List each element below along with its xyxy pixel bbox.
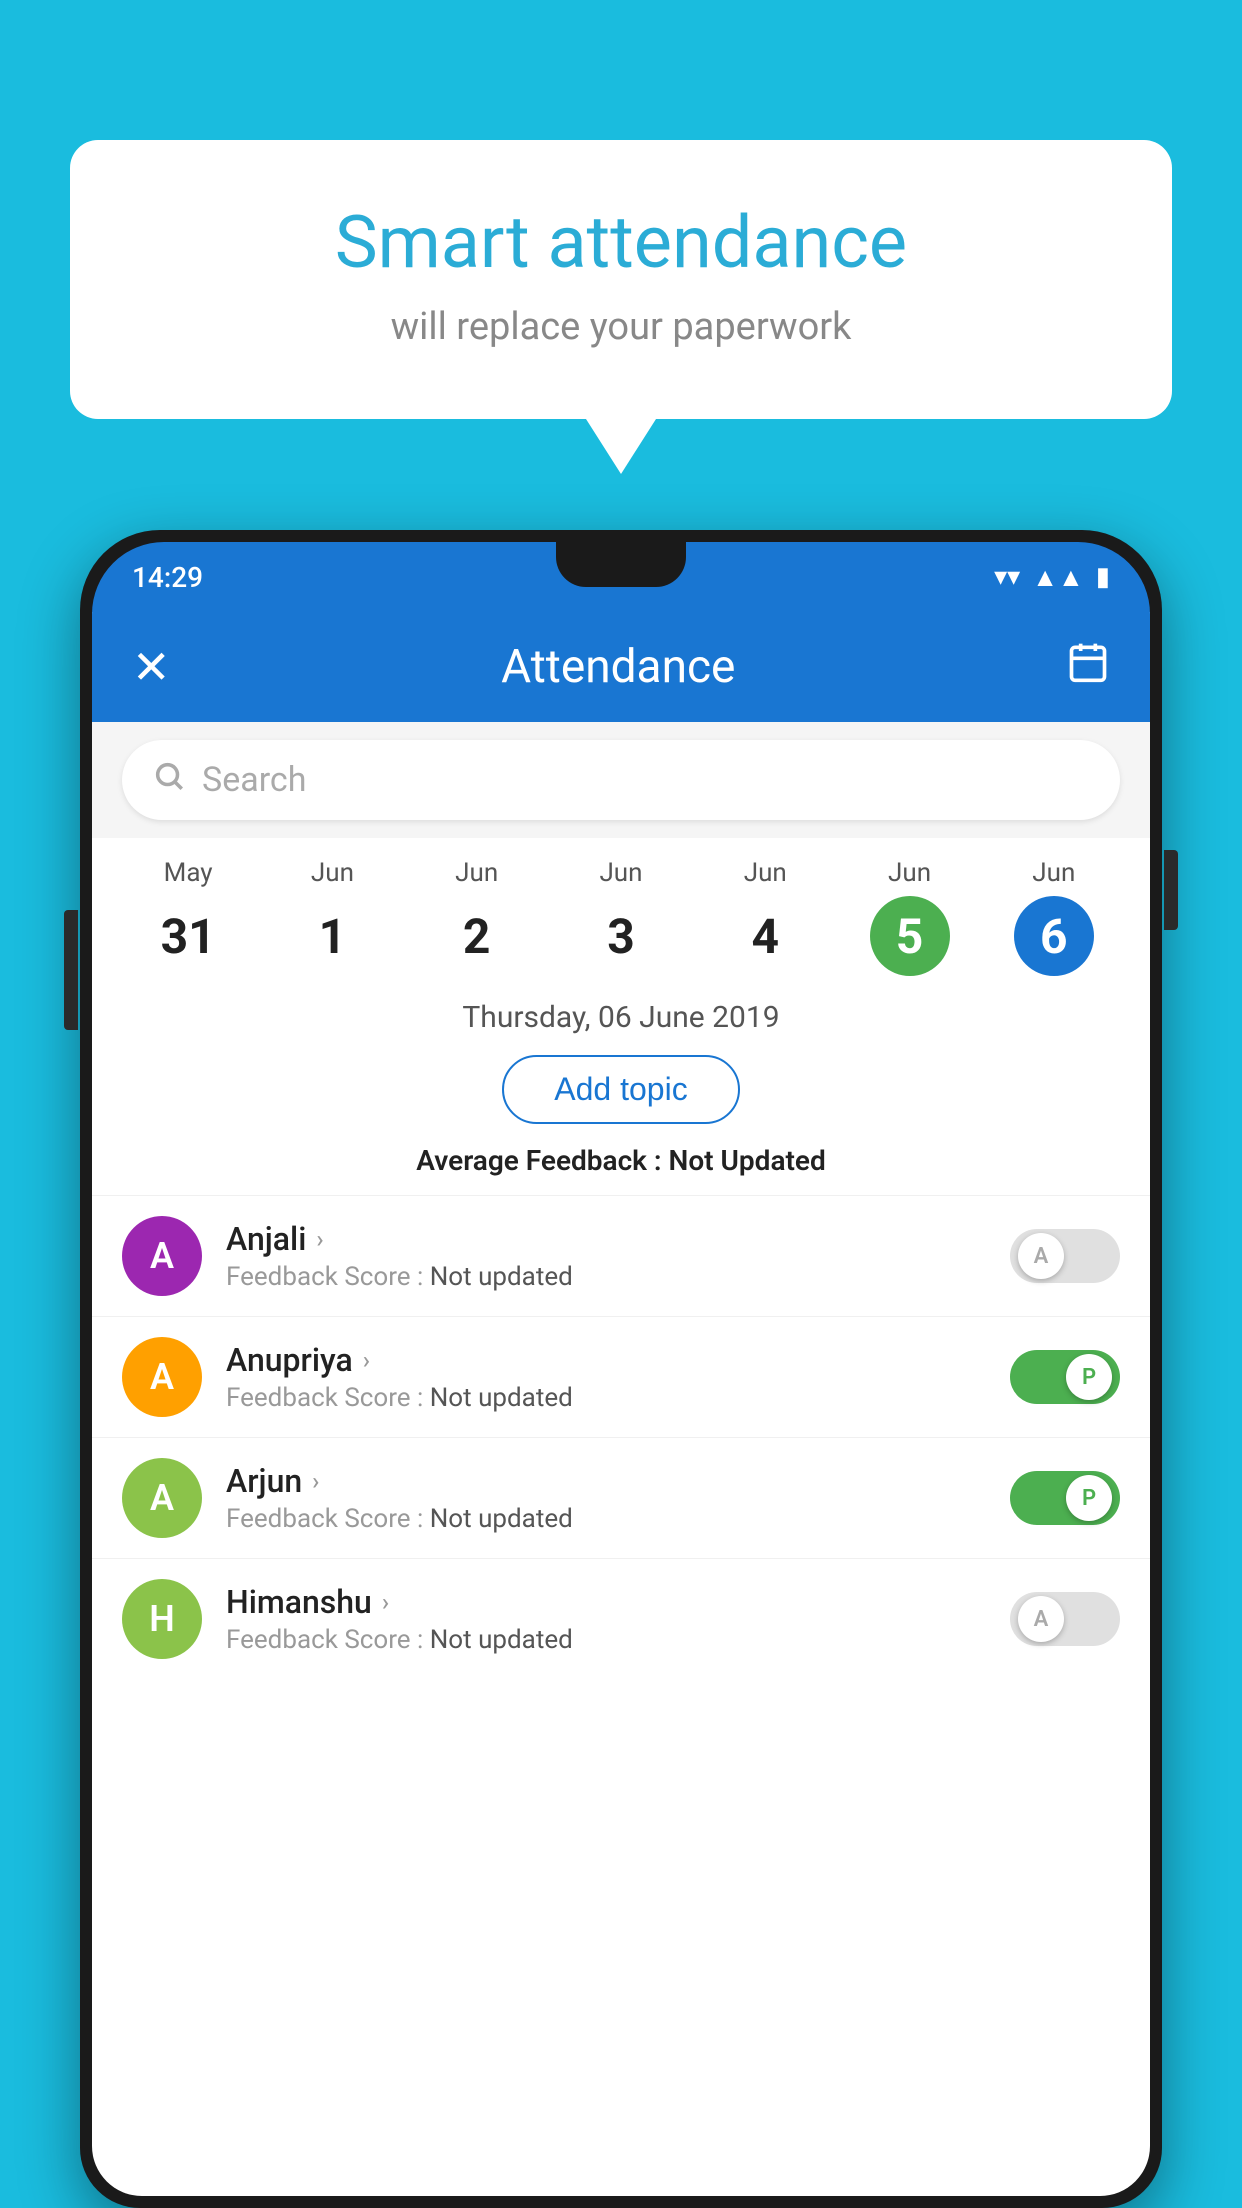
status-bar: 14:29 ▾▾ ▲▲ ▮ (92, 542, 1150, 612)
attendance-toggle-1[interactable]: P (1010, 1350, 1120, 1404)
cal-month: Jun (311, 858, 354, 888)
student-item-3[interactable]: H Himanshu › Feedback Score : Not updated A (92, 1558, 1150, 1679)
status-time: 14:29 (132, 561, 203, 594)
calendar-day-6[interactable]: Jun 6 (982, 858, 1126, 976)
search-icon (152, 759, 186, 802)
cal-month: May (164, 858, 213, 888)
calendar-strip: May 31 Jun 1 Jun 2 Jun 3 Jun 4 Jun 5 Jun 6 (92, 838, 1150, 986)
student-feedback-0: Feedback Score : Not updated (226, 1262, 986, 1292)
calendar-day-2[interactable]: Jun 2 (405, 858, 549, 976)
attendance-toggle-0[interactable]: A (1010, 1229, 1120, 1283)
search-bar[interactable]: Search (122, 740, 1120, 820)
cal-month: Jun (888, 858, 931, 888)
chevron-icon: › (312, 1467, 319, 1495)
speech-bubble-tail (586, 419, 656, 474)
selected-date-display: Thursday, 06 June 2019 (92, 986, 1150, 1045)
volume-button (64, 910, 78, 1030)
student-item-0[interactable]: A Anjali › Feedback Score : Not updated A (92, 1195, 1150, 1316)
phone-screen: 14:29 ▾▾ ▲▲ ▮ ✕ Attendance (92, 542, 1150, 2196)
student-avatar-2: A (122, 1458, 202, 1538)
add-topic-button[interactable]: Add topic (502, 1055, 739, 1124)
cal-month: Jun (744, 858, 787, 888)
toggle-knob-2: P (1066, 1475, 1112, 1521)
app-header: ✕ Attendance (92, 612, 1150, 722)
toggle-knob-3: A (1018, 1596, 1064, 1642)
notch (556, 542, 686, 587)
avg-feedback-value: Not Updated (669, 1144, 826, 1177)
attendance-toggle-3[interactable]: A (1010, 1592, 1120, 1646)
avg-feedback: Average Feedback : Not Updated (92, 1138, 1150, 1195)
student-item-1[interactable]: A Anupriya › Feedback Score : Not updated P (92, 1316, 1150, 1437)
signal-icon: ▲▲ (1032, 562, 1083, 593)
cal-month: Jun (455, 858, 498, 888)
student-name-0: Anjali › (226, 1220, 986, 1258)
wifi-icon: ▾▾ (994, 562, 1020, 592)
chevron-icon: › (382, 1588, 389, 1616)
add-topic-container: Add topic (92, 1045, 1150, 1138)
speech-bubble-subtitle: will replace your paperwork (150, 305, 1092, 349)
power-button (1164, 850, 1178, 930)
student-list: AAnjali ›Feedback Score : Not updatedAAA… (92, 1195, 1150, 2196)
student-name-2: Arjun › (226, 1462, 986, 1500)
toggle-knob-0: A (1018, 1233, 1064, 1279)
cal-date: 6 (1014, 896, 1094, 976)
attendance-toggle-2[interactable]: P (1010, 1471, 1120, 1525)
calendar-day-4[interactable]: Jun 4 (693, 858, 837, 976)
calendar-day-1[interactable]: Jun 1 (260, 858, 404, 976)
app-title: Attendance (501, 640, 735, 694)
student-name-3: Himanshu › (226, 1583, 986, 1621)
calendar-day-3[interactable]: Jun 3 (549, 858, 693, 976)
speech-bubble: Smart attendance will replace your paper… (70, 140, 1172, 419)
student-name-1: Anupriya › (226, 1341, 986, 1379)
student-feedback-3: Feedback Score : Not updated (226, 1625, 986, 1655)
close-button[interactable]: ✕ (132, 640, 171, 695)
student-avatar-3: H (122, 1579, 202, 1659)
chevron-icon: › (363, 1346, 370, 1374)
chevron-icon: › (316, 1225, 323, 1253)
speech-bubble-title: Smart attendance (150, 200, 1092, 285)
cal-date: 31 (148, 896, 228, 976)
cal-date: 2 (437, 896, 517, 976)
cal-month: Jun (1032, 858, 1075, 888)
cal-date: 5 (870, 896, 950, 976)
calendar-button[interactable] (1066, 640, 1110, 694)
avg-feedback-label: Average Feedback : (416, 1144, 668, 1177)
student-info-3: Himanshu › Feedback Score : Not updated (226, 1583, 986, 1655)
speech-bubble-container: Smart attendance will replace your paper… (70, 140, 1172, 474)
calendar-day-0[interactable]: May 31 (116, 858, 260, 976)
student-avatar-0: A (122, 1216, 202, 1296)
student-item-2[interactable]: A Arjun › Feedback Score : Not updated P (92, 1437, 1150, 1558)
app-screen: ✕ Attendance (92, 612, 1150, 2196)
toggle-knob-1: P (1066, 1354, 1112, 1400)
phone-frame: 14:29 ▾▾ ▲▲ ▮ ✕ Attendance (80, 530, 1162, 2208)
student-info-2: Arjun › Feedback Score : Not updated (226, 1462, 986, 1534)
search-placeholder: Search (202, 760, 306, 800)
cal-date: 1 (292, 896, 372, 976)
search-container: Search (92, 722, 1150, 838)
battery-icon: ▮ (1096, 562, 1110, 592)
cal-date: 3 (581, 896, 661, 976)
student-avatar-1: A (122, 1337, 202, 1417)
student-feedback-1: Feedback Score : Not updated (226, 1383, 986, 1413)
student-info-0: Anjali › Feedback Score : Not updated (226, 1220, 986, 1292)
student-feedback-2: Feedback Score : Not updated (226, 1504, 986, 1534)
calendar-day-5[interactable]: Jun 5 (837, 858, 981, 976)
status-icons: ▾▾ ▲▲ ▮ (994, 562, 1110, 593)
cal-month: Jun (599, 858, 642, 888)
cal-date: 4 (725, 896, 805, 976)
student-info-1: Anupriya › Feedback Score : Not updated (226, 1341, 986, 1413)
